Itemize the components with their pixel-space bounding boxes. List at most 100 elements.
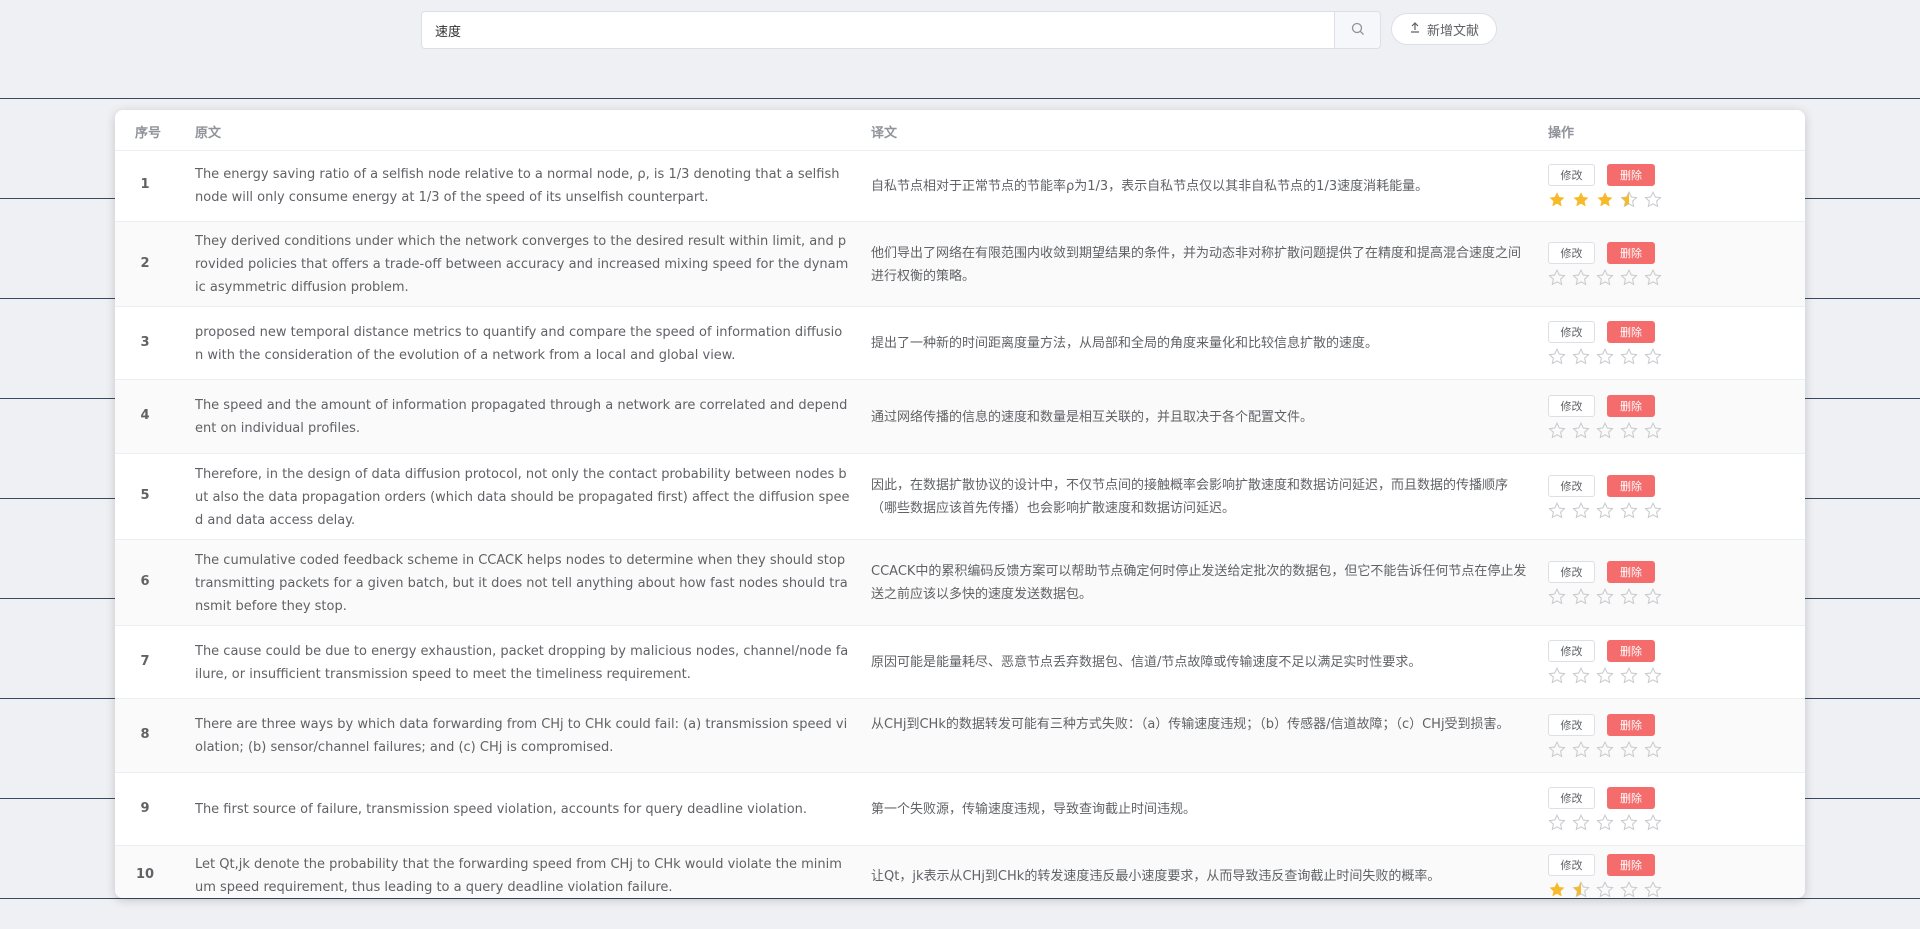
edit-button[interactable]: 修改 bbox=[1548, 475, 1595, 497]
delete-button[interactable]: 删除 bbox=[1607, 787, 1655, 809]
edit-button[interactable]: 修改 bbox=[1548, 561, 1595, 583]
star-icon[interactable] bbox=[1548, 269, 1566, 287]
star-icon[interactable] bbox=[1620, 348, 1638, 366]
star-icon[interactable] bbox=[1644, 422, 1662, 440]
row-index: 8 bbox=[140, 727, 150, 742]
star-icon[interactable] bbox=[1644, 588, 1662, 606]
star-icon[interactable] bbox=[1644, 881, 1662, 898]
star-icon[interactable] bbox=[1596, 191, 1614, 209]
delete-button[interactable]: 删除 bbox=[1607, 475, 1655, 497]
star-icon[interactable] bbox=[1548, 588, 1566, 606]
rating-stars[interactable] bbox=[1548, 269, 1662, 287]
star-icon[interactable] bbox=[1644, 741, 1662, 759]
edit-button[interactable]: 修改 bbox=[1548, 242, 1595, 264]
original-text: Let Qt,jk denote the probability that th… bbox=[195, 857, 842, 895]
star-icon[interactable] bbox=[1644, 269, 1662, 287]
star-icon[interactable] bbox=[1572, 348, 1590, 366]
star-icon[interactable] bbox=[1596, 348, 1614, 366]
edit-button[interactable]: 修改 bbox=[1548, 321, 1595, 343]
star-icon[interactable] bbox=[1596, 881, 1614, 898]
star-icon[interactable] bbox=[1596, 667, 1614, 685]
upload-icon bbox=[1409, 21, 1421, 37]
edit-button[interactable]: 修改 bbox=[1548, 787, 1595, 809]
translation-text: 让Qt，jk表示从CHj到CHk的转发速度违反最小速度要求，从而导致违反查询截止… bbox=[871, 869, 1441, 884]
star-icon[interactable] bbox=[1548, 741, 1566, 759]
star-icon[interactable] bbox=[1620, 881, 1638, 898]
star-icon[interactable] bbox=[1596, 588, 1614, 606]
rating-stars[interactable] bbox=[1548, 348, 1662, 366]
star-icon[interactable] bbox=[1572, 741, 1590, 759]
original-text: The cause could be due to energy exhaust… bbox=[195, 644, 849, 682]
star-icon[interactable] bbox=[1548, 191, 1566, 209]
star-icon[interactable] bbox=[1572, 814, 1590, 832]
translation-text: 他们导出了网络在有限范围内收敛到期望结果的条件，并为动态非对称扩散问题提供了在精… bbox=[871, 246, 1522, 284]
star-icon[interactable] bbox=[1644, 667, 1662, 685]
star-icon[interactable] bbox=[1596, 741, 1614, 759]
delete-button[interactable]: 删除 bbox=[1607, 242, 1655, 264]
star-icon[interactable] bbox=[1596, 422, 1614, 440]
star-icon[interactable] bbox=[1644, 348, 1662, 366]
rating-stars[interactable] bbox=[1548, 881, 1662, 898]
star-icon[interactable] bbox=[1548, 502, 1566, 520]
star-icon[interactable] bbox=[1548, 348, 1566, 366]
star-icon[interactable] bbox=[1620, 422, 1638, 440]
row-index: 10 bbox=[135, 867, 155, 882]
search-bar bbox=[421, 11, 1381, 49]
star-icon[interactable] bbox=[1620, 741, 1638, 759]
delete-button[interactable]: 删除 bbox=[1607, 321, 1655, 343]
star-icon[interactable] bbox=[1620, 191, 1638, 209]
delete-button[interactable]: 删除 bbox=[1607, 164, 1655, 186]
star-icon[interactable] bbox=[1620, 667, 1638, 685]
star-icon[interactable] bbox=[1596, 269, 1614, 287]
edit-button[interactable]: 修改 bbox=[1548, 714, 1595, 736]
delete-button[interactable]: 删除 bbox=[1607, 854, 1655, 876]
star-icon[interactable] bbox=[1572, 269, 1590, 287]
delete-button[interactable]: 删除 bbox=[1607, 395, 1655, 417]
star-icon[interactable] bbox=[1596, 814, 1614, 832]
star-icon[interactable] bbox=[1548, 814, 1566, 832]
search-button[interactable] bbox=[1334, 11, 1381, 49]
star-icon[interactable] bbox=[1572, 422, 1590, 440]
edit-button[interactable]: 修改 bbox=[1548, 164, 1595, 186]
original-text: The energy saving ratio of a selfish nod… bbox=[195, 167, 840, 205]
literature-table: 序号 原文 译文 操作 1 The energy saving ratio of … bbox=[115, 110, 1805, 898]
star-icon[interactable] bbox=[1644, 191, 1662, 209]
delete-button[interactable]: 删除 bbox=[1607, 640, 1655, 662]
rating-stars[interactable] bbox=[1548, 741, 1662, 759]
star-icon[interactable] bbox=[1572, 588, 1590, 606]
star-icon[interactable] bbox=[1572, 191, 1590, 209]
star-icon[interactable] bbox=[1620, 814, 1638, 832]
table-row: 6 The cumulative coded feedback scheme in… bbox=[115, 540, 1805, 626]
translation-text: 从CHj到CHk的数据转发可能有三种方式失败：（a）传输速度违规；（b）传感器/… bbox=[871, 717, 1510, 732]
row-index: 4 bbox=[140, 408, 150, 423]
star-icon[interactable] bbox=[1572, 881, 1590, 898]
star-icon[interactable] bbox=[1620, 502, 1638, 520]
star-icon[interactable] bbox=[1644, 502, 1662, 520]
rating-stars[interactable] bbox=[1548, 191, 1662, 209]
star-icon[interactable] bbox=[1596, 502, 1614, 520]
star-icon[interactable] bbox=[1572, 502, 1590, 520]
star-icon[interactable] bbox=[1620, 588, 1638, 606]
row-index: 1 bbox=[140, 177, 150, 192]
delete-button[interactable]: 删除 bbox=[1607, 714, 1655, 736]
edit-button[interactable]: 修改 bbox=[1548, 854, 1595, 876]
search-icon bbox=[1351, 21, 1365, 40]
rating-stars[interactable] bbox=[1548, 667, 1662, 685]
translation-text: 原因可能是能量耗尽、恶意节点丢弃数据包、信道/节点故障或传输速度不足以满足实时性… bbox=[871, 655, 1422, 670]
star-icon[interactable] bbox=[1548, 422, 1566, 440]
rating-stars[interactable] bbox=[1548, 588, 1662, 606]
add-document-button[interactable]: 新增文献 bbox=[1391, 13, 1497, 45]
search-input[interactable] bbox=[421, 11, 1334, 49]
star-icon[interactable] bbox=[1548, 881, 1566, 898]
rating-stars[interactable] bbox=[1548, 422, 1662, 440]
delete-button[interactable]: 删除 bbox=[1607, 561, 1655, 583]
rating-stars[interactable] bbox=[1548, 502, 1662, 520]
edit-button[interactable]: 修改 bbox=[1548, 395, 1595, 417]
star-icon[interactable] bbox=[1644, 814, 1662, 832]
star-icon[interactable] bbox=[1620, 269, 1638, 287]
table-row: 9 The first source of failure, transmissi… bbox=[115, 773, 1805, 846]
star-icon[interactable] bbox=[1572, 667, 1590, 685]
rating-stars[interactable] bbox=[1548, 814, 1662, 832]
star-icon[interactable] bbox=[1548, 667, 1566, 685]
edit-button[interactable]: 修改 bbox=[1548, 640, 1595, 662]
